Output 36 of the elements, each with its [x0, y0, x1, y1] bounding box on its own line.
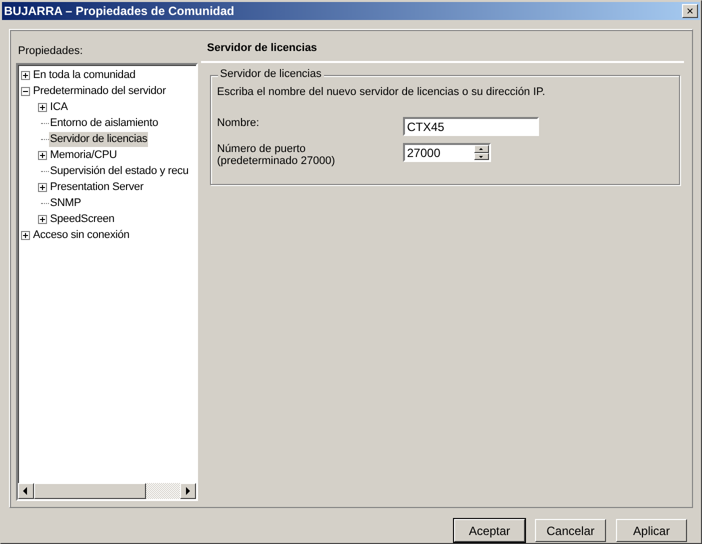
tree-item[interactable]: SpeedScreen	[49, 212, 116, 226]
tree-item[interactable]: Acceso sin conexión	[32, 228, 130, 242]
expand-icon[interactable]	[21, 70, 30, 80]
expand-icon[interactable]	[38, 182, 47, 192]
scroll-left-button[interactable]	[18, 483, 34, 499]
tree-item[interactable]: Presentation Server	[49, 180, 144, 194]
tree-item[interactable]: SNMP	[49, 196, 82, 210]
horizontal-scrollbar[interactable]	[18, 483, 196, 499]
expand-icon[interactable]	[38, 150, 47, 160]
window-title: BUJARRA – Propiedades de Comunidad	[4, 4, 234, 18]
collapse-icon[interactable]	[21, 86, 30, 96]
field-label: Número de puerto (predeterminado 27000)	[217, 143, 336, 167]
name-input[interactable]: CTX45	[403, 117, 539, 136]
tree-item[interactable]: ICA	[49, 100, 69, 114]
tree-item[interactable]: Servidor de licencias	[49, 132, 148, 146]
expand-icon[interactable]	[38, 214, 47, 224]
scroll-thumb[interactable]	[34, 483, 146, 499]
scroll-right-button[interactable]	[180, 483, 196, 499]
group-title: Servidor de licencias	[218, 68, 324, 80]
tree-item[interactable]: Entorno de aislamiento	[49, 116, 160, 130]
tree-item[interactable]: Predeterminado del servidor	[32, 84, 167, 98]
expand-icon[interactable]	[38, 102, 47, 112]
properties-label: Propiedades:	[18, 45, 84, 57]
spin-up-button[interactable]	[474, 145, 489, 152]
close-button[interactable]: ×	[682, 4, 698, 18]
dialog-button[interactable]: Aceptar	[454, 519, 525, 542]
description-text: Escriba el nombre del nuevo servidor de licencias o su dirección IP.	[217, 86, 546, 98]
tree-item[interactable]: Supervisión del estado y recu	[49, 164, 190, 178]
port-spinner[interactable]: 27000	[403, 143, 491, 162]
dialog-button[interactable]: Aplicar	[616, 519, 687, 542]
field-label: Nombre:	[217, 117, 260, 129]
expand-icon[interactable]	[21, 230, 30, 240]
page-title: Servidor de licencias	[207, 42, 318, 54]
tree-item[interactable]: Memoria/CPU	[49, 148, 118, 162]
tree-item[interactable]: En toda la comunidad	[32, 68, 136, 82]
dialog-button[interactable]: Cancelar	[535, 519, 606, 542]
